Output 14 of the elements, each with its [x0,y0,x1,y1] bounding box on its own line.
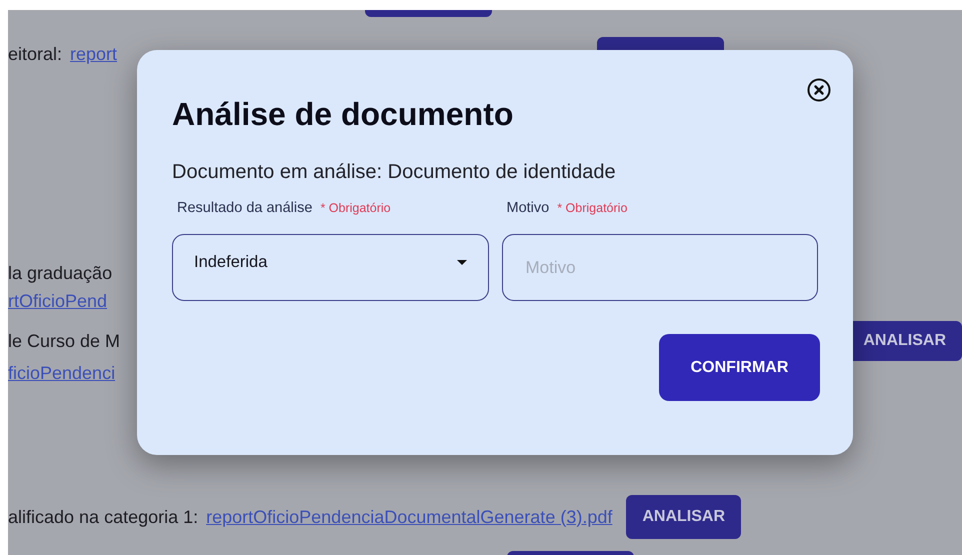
field-label: Resultado da análise [177,199,312,218]
row-label: alificado na categoria 1: [8,506,198,529]
required-note: * Obrigatório [320,200,391,217]
required-note: * Obrigatório [557,200,628,217]
modal-subtitle: Documento em análise: Documento de identidade [172,160,617,185]
result-select[interactable]: Indeferida [172,234,488,301]
row-label: le Curso de M [8,330,120,352]
row-label: la graduação [8,262,112,285]
row-label: eitoral: [8,42,62,66]
confirm-button[interactable]: CONFIRMAR [659,334,820,401]
motivo-field[interactable]: Motivo [502,234,818,301]
field-label: Motivo [506,199,550,218]
modal-title: Análise de documento [172,95,514,134]
analisar-button[interactable]: ANALISAR [626,495,742,539]
